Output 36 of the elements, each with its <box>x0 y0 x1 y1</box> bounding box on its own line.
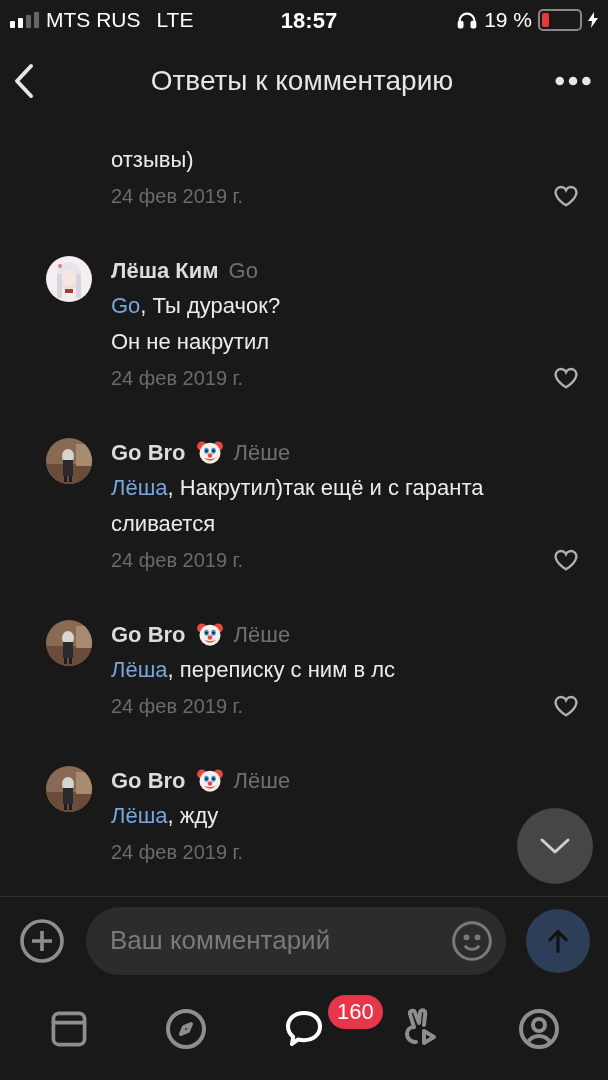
signal-icon <box>10 12 40 28</box>
author-name[interactable]: Лёша Ким <box>111 253 219 287</box>
unread-count: 160 <box>328 995 383 1029</box>
reply-target: Лёше <box>233 766 291 795</box>
battery-percent: 19 % <box>484 7 532 34</box>
comment-text: Лёша, переписку с ним в лс <box>111 656 397 684</box>
author-name[interactable]: Go Bro <box>111 763 186 797</box>
mention-link[interactable]: Лёша <box>111 803 168 828</box>
comment-date: 24 фев 2019 г. <box>111 694 244 719</box>
mention-link[interactable]: Go <box>111 293 141 318</box>
header-title: Ответы к комментарию <box>149 64 455 98</box>
author-name[interactable]: Go Bro <box>111 617 186 651</box>
more-icon <box>555 76 593 86</box>
comment-date: 24 фев 2019 г. <box>111 840 244 865</box>
reply-target: Лёше <box>233 620 291 649</box>
author-name[interactable]: Go Bro <box>111 435 186 469</box>
comment-text: Лёша, Накрутил)так ещё и с гаранта сливается <box>111 474 485 538</box>
smiley-icon[interactable] <box>450 918 494 963</box>
comment-input-box[interactable]: Ваш комментарий <box>86 906 506 975</box>
comment-text: отзывы) <box>111 146 195 174</box>
chevron-down-icon <box>540 838 570 854</box>
add-icon[interactable] <box>18 916 66 965</box>
reply-target: Лёше <box>233 438 291 467</box>
comment-text: Go, Ты дурачок? Он не накрутил <box>111 292 282 356</box>
comment-date: 24 фев 2019 г. <box>111 366 244 391</box>
mention-link[interactable]: Лёша <box>111 657 168 682</box>
carrier-name: MTS RUS <box>46 7 141 34</box>
battery-icon <box>538 9 582 31</box>
mention-link[interactable]: Лёша <box>111 475 168 500</box>
back-icon <box>14 63 34 99</box>
comment-date: 24 фев 2019 г. <box>111 184 244 209</box>
comment-date: 24 фев 2019 г. <box>111 548 244 573</box>
reply-target: Go <box>228 256 258 285</box>
clock: 18:57 <box>279 6 339 35</box>
charging-bolt-icon <box>588 12 598 28</box>
network-type: LTE <box>156 7 194 34</box>
